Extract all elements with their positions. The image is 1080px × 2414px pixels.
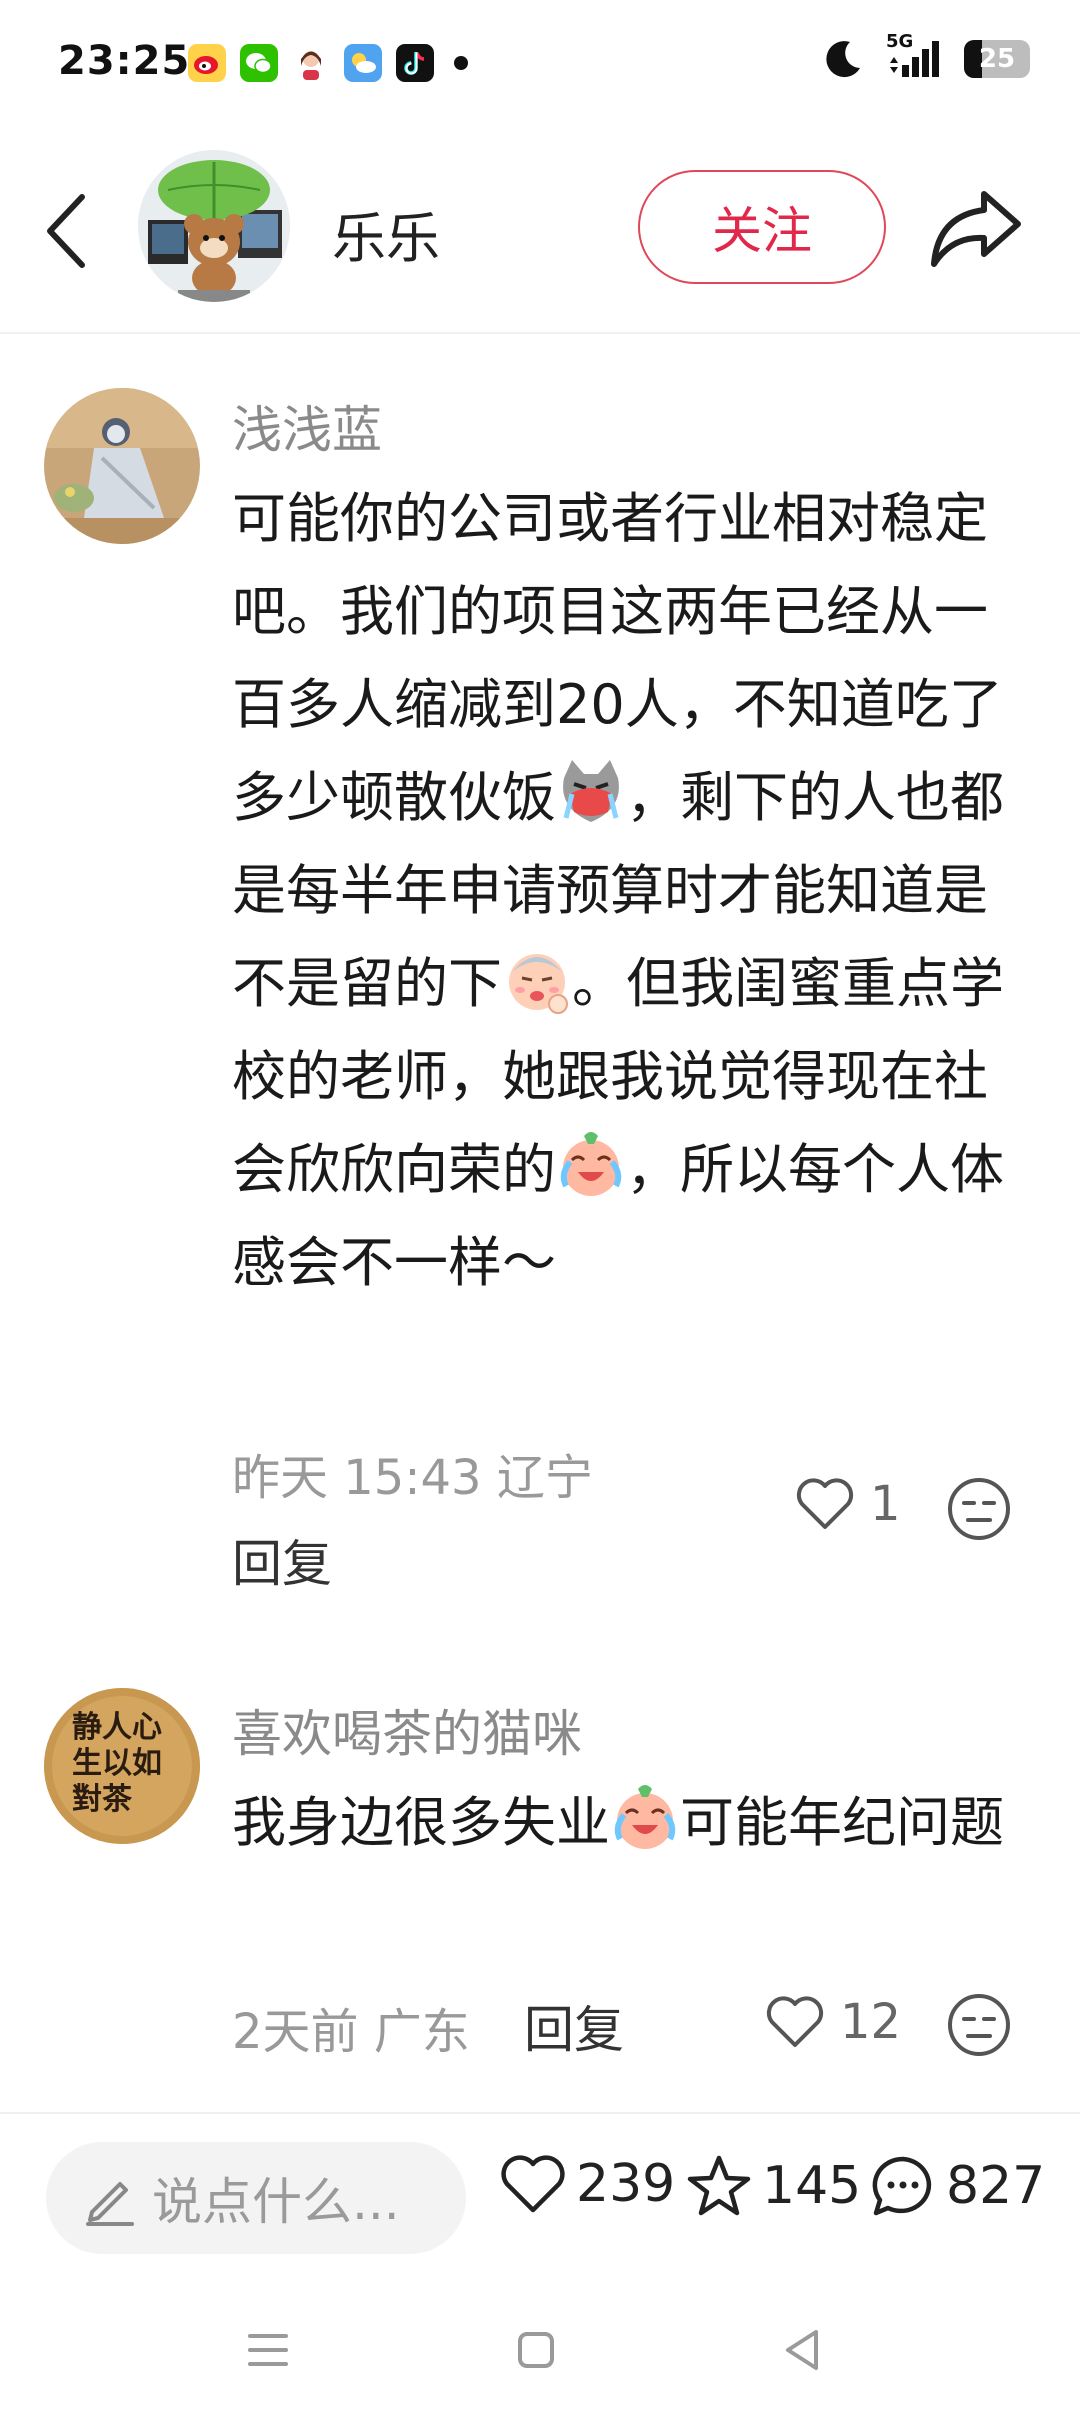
square-icon	[518, 2332, 554, 2368]
neutral-face-icon	[948, 1994, 1010, 2056]
chat-bubble-icon	[872, 2156, 932, 2216]
follow-button[interactable]: 关注	[638, 170, 886, 284]
crying-laughing-emoji-icon	[560, 1132, 622, 1196]
comment-text-part: 我身边很多失业	[232, 1791, 610, 1854]
reply-button[interactable]: 回复	[232, 1524, 332, 1596]
more-notifications-dot	[454, 56, 468, 70]
status-bar: 23:25 5G 25	[0, 0, 1080, 130]
chevron-left-icon	[47, 194, 85, 268]
comment-text: 可能你的公司或者行业相对稳定吧。我们的项目这两年已经从一百多人缩减到20人，不知…	[232, 472, 1038, 1309]
signal-icon: 5G	[886, 31, 942, 79]
heart-outline-icon	[796, 1478, 854, 1529]
commenter-avatar[interactable]: 静人心生以如對茶	[44, 1688, 200, 1844]
post-like-count: 239	[576, 2154, 676, 2214]
like-count: 1	[870, 1476, 901, 1532]
system-navigation-bar	[0, 2290, 1080, 2414]
post-like-button[interactable]: 239	[500, 2154, 675, 2214]
crying-cat-emoji-icon	[563, 760, 619, 822]
comments-button[interactable]: 827	[870, 2154, 1045, 2218]
favorite-button[interactable]: 145	[686, 2154, 861, 2218]
sad-face-emoji-icon	[509, 954, 568, 1014]
status-right: 5G 25	[824, 31, 1030, 80]
emoji-react-button[interactable]	[946, 1992, 1012, 2058]
like-button[interactable]: 12	[766, 1994, 901, 2050]
status-time: 23:25	[58, 38, 191, 84]
comment-text-part: 可能年纪问题	[680, 1791, 1004, 1854]
weather-icon	[344, 44, 382, 82]
comment-input[interactable]: 说点什么...	[46, 2142, 466, 2254]
comment-time-location: 昨天 15:43 辽宁	[232, 1450, 593, 1506]
cartoon-mouse-avatar-image	[138, 150, 290, 302]
home-button[interactable]	[506, 2320, 566, 2380]
comment-item: 浅浅蓝 可能你的公司或者行业相对稳定吧。我们的项目这两年已经从一百多人缩减到20…	[0, 334, 1080, 1634]
calligraphy-text: 静人心生以如對茶	[72, 1710, 162, 1817]
favorite-count: 145	[762, 2156, 862, 2216]
menu-lines-icon	[248, 2334, 288, 2366]
crying-laughing-emoji-icon	[614, 1785, 676, 1849]
star-outline-icon	[687, 2155, 751, 2216]
commenter-name[interactable]: 喜欢喝茶的猫咪	[232, 1694, 582, 1766]
wechat-icon	[240, 44, 278, 82]
pencil-icon	[86, 2182, 134, 2226]
emoji-react-button[interactable]	[946, 1476, 1012, 1542]
heart-outline-icon	[501, 2155, 565, 2213]
post-header: 乐乐 关注	[0, 130, 1080, 334]
bottom-action-bar: 说点什么... 239 145 827	[0, 2112, 1080, 2277]
tiktok-icon	[396, 44, 434, 82]
do-not-disturb-moon-icon	[826, 41, 860, 78]
neutral-face-icon	[948, 1478, 1010, 1540]
share-button[interactable]	[924, 178, 1028, 278]
like-count: 12	[840, 1994, 902, 2050]
commenter-name[interactable]: 浅浅蓝	[232, 390, 382, 462]
reply-button[interactable]: 回复	[524, 1990, 624, 2062]
comment-item: 静人心生以如對茶 喜欢喝茶的猫咪 我身边很多失业 可能年纪问题 2天前 广东 回复…	[0, 1634, 1080, 2112]
weibo-icon	[188, 44, 226, 82]
heart-outline-icon	[766, 1996, 824, 2047]
author-avatar[interactable]	[138, 150, 290, 302]
author-name[interactable]: 乐乐	[332, 194, 440, 273]
back-button[interactable]	[36, 186, 96, 276]
triangle-back-icon	[786, 2330, 818, 2370]
commenter-photo-image	[44, 388, 200, 544]
like-button[interactable]: 1	[796, 1476, 901, 1532]
commenter-avatar[interactable]	[44, 388, 200, 544]
comment-text: 我身边很多失业 可能年纪问题	[232, 1776, 1038, 1869]
recent-apps-button[interactable]	[238, 2320, 298, 2380]
notification-icons	[188, 44, 468, 82]
comment-time-location: 2天前 广东	[232, 2004, 470, 2060]
comment-count: 827	[946, 2156, 1046, 2216]
share-arrow-icon	[931, 191, 1021, 267]
battery-level: 25	[978, 44, 1016, 74]
battery-indicator: 25	[964, 40, 1030, 78]
avatar-app-icon	[292, 44, 330, 82]
comment-input-placeholder: 说点什么...	[152, 2173, 400, 2231]
system-back-button[interactable]	[772, 2320, 832, 2380]
